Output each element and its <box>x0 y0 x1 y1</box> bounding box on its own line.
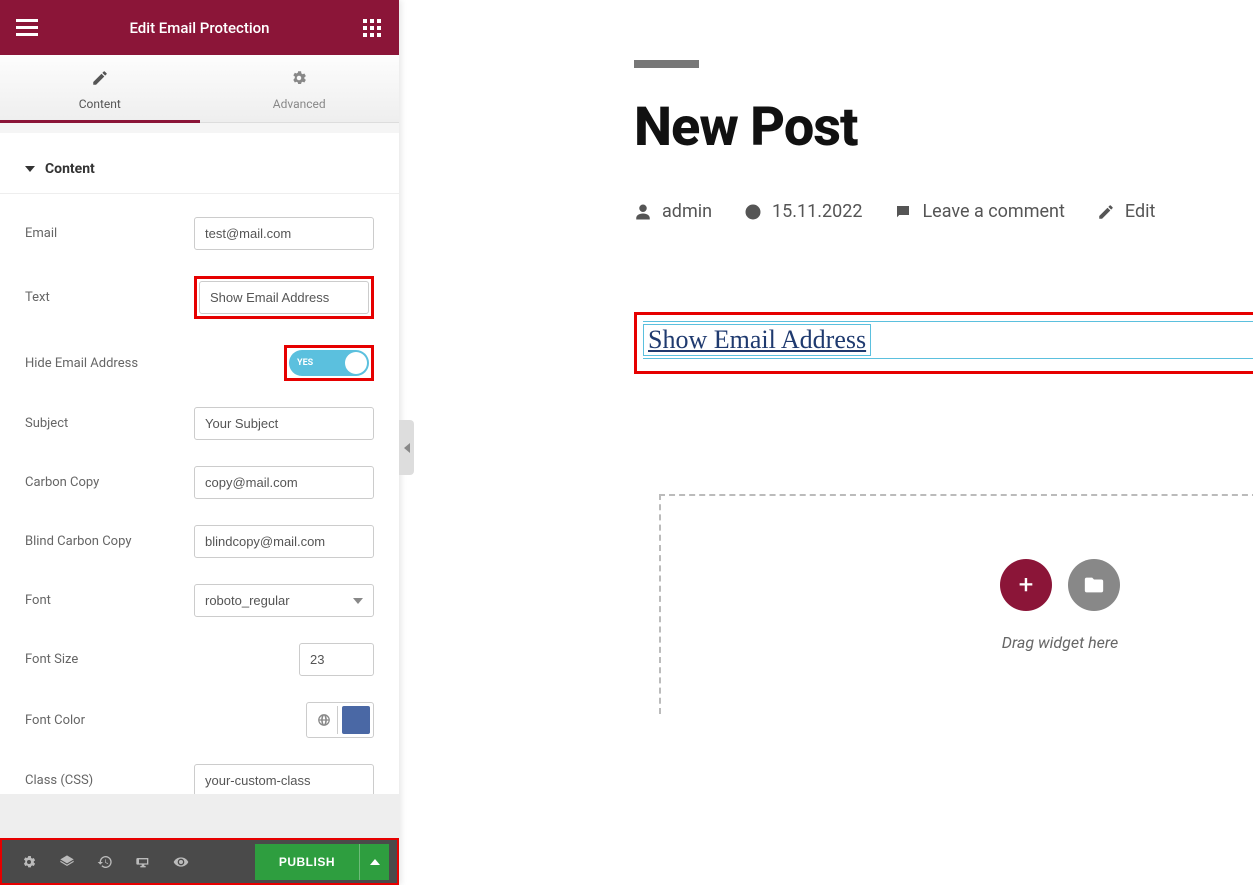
sidebar-header: Edit Email Protection <box>0 0 399 55</box>
row-hide-email: Hide Email Address YES <box>25 332 374 394</box>
clock-icon <box>744 203 762 221</box>
post-meta: admin 15.11.2022 Leave a comment Edit <box>634 201 1253 222</box>
controls-list: Email Text Hide Email Address YES Subjec… <box>0 194 399 794</box>
subject-input[interactable] <box>194 407 374 440</box>
drop-zone[interactable]: + Drag widget here <box>659 494 1253 714</box>
email-label: Email <box>25 226 194 241</box>
post-title: New Post <box>634 96 1253 159</box>
drop-zone-label: Drag widget here <box>1002 633 1118 652</box>
fontcolor-label: Font Color <box>25 713 306 728</box>
section-title: Content <box>45 161 95 177</box>
history-icon <box>97 854 113 870</box>
widget-selection-highlight: Show Email Address <box>634 312 1253 374</box>
settings-button[interactable] <box>10 838 48 885</box>
meta-edit[interactable]: Edit <box>1097 201 1155 222</box>
text-input[interactable] <box>199 281 369 314</box>
bcc-label: Blind Carbon Copy <box>25 534 194 549</box>
cc-input[interactable] <box>194 466 374 499</box>
text-label: Text <box>25 290 194 305</box>
font-label: Font <box>25 593 194 608</box>
row-subject: Subject <box>25 394 374 453</box>
gear-icon <box>290 69 308 87</box>
row-email: Email <box>25 204 374 263</box>
row-bcc: Blind Carbon Copy <box>25 512 374 571</box>
row-font: Font roboto_regular <box>25 571 374 630</box>
caret-down-icon <box>25 166 35 172</box>
accent-bar <box>634 60 699 68</box>
global-color-button[interactable] <box>310 706 338 734</box>
cc-label: Carbon Copy <box>25 475 194 490</box>
row-cc: Carbon Copy <box>25 453 374 512</box>
fontcolor-swatch[interactable] <box>342 706 370 734</box>
font-select[interactable]: roboto_regular <box>194 584 374 617</box>
subject-label: Subject <box>25 416 194 431</box>
pencil-icon <box>91 69 109 87</box>
row-fontsize: Font Size <box>25 630 374 689</box>
hide-email-label: Hide Email Address <box>25 356 284 371</box>
eye-icon <box>173 854 189 870</box>
comment-icon <box>894 203 912 221</box>
plus-icon: + <box>1019 570 1034 600</box>
sidebar-title: Edit Email Protection <box>129 19 269 37</box>
meta-author[interactable]: admin <box>634 201 712 222</box>
class-label: Class (CSS) <box>25 773 194 788</box>
bcc-input[interactable] <box>194 525 374 558</box>
hide-email-toggle[interactable]: YES <box>289 350 369 376</box>
user-icon <box>634 203 652 221</box>
gear-icon <box>21 854 37 870</box>
row-text: Text <box>25 263 374 332</box>
apps-grid-icon[interactable] <box>360 16 384 40</box>
pencil-icon <box>1097 203 1115 221</box>
navigator-button[interactable] <box>48 838 86 885</box>
editor-canvas: New Post admin 15.11.2022 Leave a commen… <box>399 0 1253 885</box>
widget-container[interactable]: Show Email Address <box>643 321 1253 359</box>
sidebar-footer: PUBLISH <box>0 838 399 885</box>
row-class: Class (CSS) <box>25 751 374 794</box>
meta-comments[interactable]: Leave a comment <box>894 201 1064 222</box>
email-protection-link[interactable]: Show Email Address <box>644 325 870 355</box>
folder-icon <box>1083 574 1105 596</box>
tab-advanced[interactable]: Advanced <box>200 55 400 122</box>
row-fontcolor: Font Color <box>25 689 374 751</box>
publish-button[interactable]: PUBLISH <box>255 844 359 880</box>
preview-button[interactable] <box>162 838 200 885</box>
tab-advanced-label: Advanced <box>273 97 326 111</box>
add-widget-button[interactable]: + <box>1000 559 1052 611</box>
email-input[interactable] <box>194 217 374 250</box>
layers-icon <box>59 854 75 870</box>
meta-date[interactable]: 15.11.2022 <box>744 201 862 222</box>
fontsize-input[interactable] <box>299 643 374 676</box>
publish-dropdown-button[interactable] <box>359 844 389 880</box>
sidebar-panel: Edit Email Protection Content Advanced C… <box>0 0 399 885</box>
hamburger-menu-icon[interactable] <box>15 16 39 40</box>
devices-icon <box>135 854 151 870</box>
tab-content-label: Content <box>79 97 121 111</box>
class-input[interactable] <box>194 764 374 794</box>
section-toggle-content[interactable]: Content <box>0 143 399 194</box>
responsive-button[interactable] <box>124 838 162 885</box>
tab-content[interactable]: Content <box>0 55 200 122</box>
tabs: Content Advanced <box>0 55 399 123</box>
fontsize-label: Font Size <box>25 652 299 667</box>
caret-up-icon <box>370 859 380 865</box>
toggle-knob <box>345 352 367 374</box>
toggle-yes-label: YES <box>297 358 313 368</box>
history-button[interactable] <box>86 838 124 885</box>
template-library-button[interactable] <box>1068 559 1120 611</box>
globe-icon <box>317 713 331 727</box>
